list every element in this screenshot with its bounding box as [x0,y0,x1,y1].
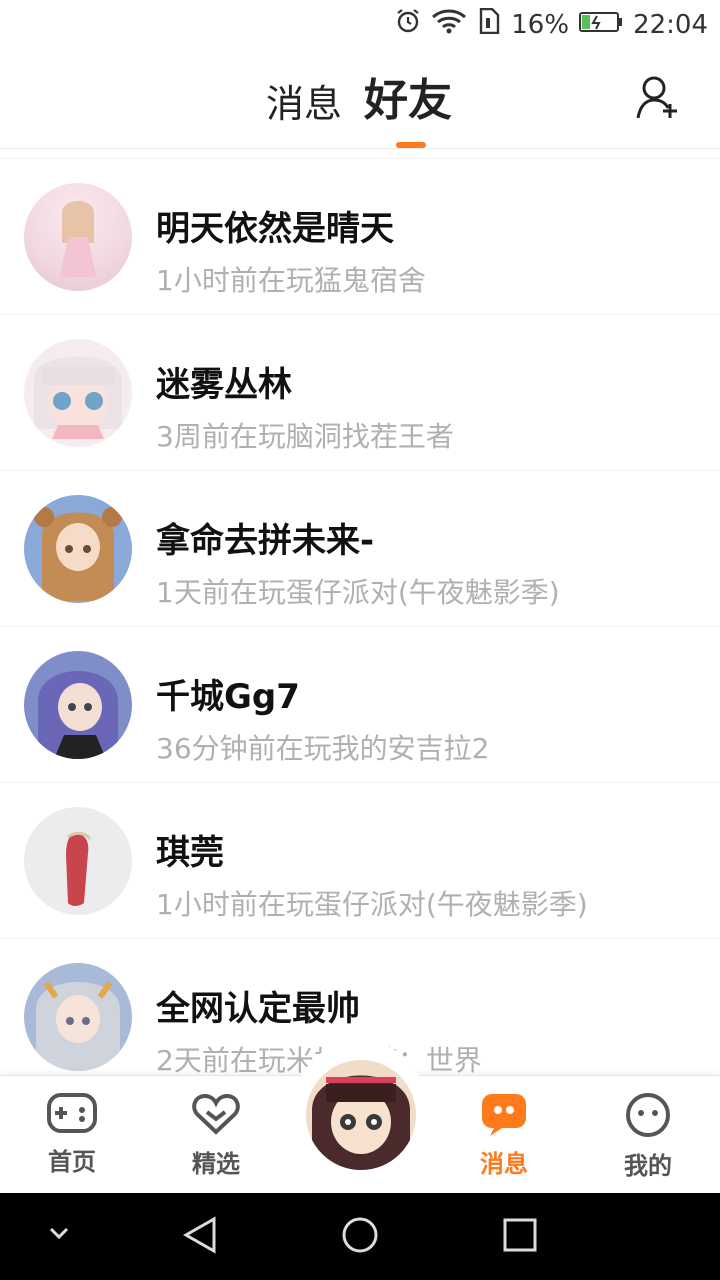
tab-friends[interactable]: 好友 [364,64,452,128]
friend-status: 1小时前在玩蛋仔派对(午夜魅影季) [156,888,588,921]
avatar[interactable] [24,339,132,447]
avatar[interactable] [24,807,132,915]
chevron-down-icon[interactable] [48,1225,70,1245]
list-item[interactable]: 琪莞 1小时前在玩蛋仔派对(午夜魅影季) [0,783,720,939]
friend-status: 3周前在玩脑洞找茬王者 [156,420,454,453]
battery-icon [579,10,623,40]
active-tab-indicator [396,142,426,148]
back-icon[interactable] [180,1215,220,1259]
friend-list: 明天依然是晴天 1小时前在玩猛鬼宿舍 迷雾丛林 3周前在玩脑洞找茬王者 拿命去拼… [0,158,720,1095]
add-user-icon[interactable] [636,74,680,122]
clock: 22:04 [633,9,708,40]
avatar[interactable] [24,495,132,603]
tab-featured[interactable]: 精选 [166,1092,266,1179]
avatar[interactable] [24,963,132,1071]
system-navigation-bar [0,1193,720,1280]
tab-home[interactable]: 首页 [22,1092,122,1177]
friend-name: 迷雾丛林 [156,365,292,405]
header: 消息 好友 [0,50,720,149]
friend-name: 明天依然是晴天 [156,209,394,249]
tab-messages-bottom[interactable]: 消息 [454,1092,554,1179]
friend-name: 全网认定最帅 [156,989,360,1029]
avatar[interactable] [24,183,132,291]
tab-profile[interactable]: 我的 [598,1092,698,1181]
wifi-icon [431,8,467,41]
list-item[interactable]: 明天依然是晴天 1小时前在玩猛鬼宿舍 [0,159,720,315]
battery-percent: 16% [511,9,570,40]
tab-featured-label: 精选 [192,1150,240,1178]
friend-name: 琪莞 [156,833,224,873]
friend-status: 1小时前在玩猛鬼宿舍 [156,264,426,297]
friend-name: 千城Gg7 [156,677,300,717]
gamepad-icon [46,1093,98,1138]
center-avatar-button[interactable] [306,1060,416,1170]
avatar[interactable] [24,651,132,759]
sim-icon [477,7,501,41]
recents-icon[interactable] [502,1217,538,1257]
alarm-icon [395,8,421,41]
home-icon[interactable] [340,1215,380,1259]
status-bar: 16% 22:04 [0,0,720,50]
tab-messages[interactable]: 消息 [266,73,342,128]
tab-profile-label: 我的 [624,1152,672,1180]
list-item[interactable]: 迷雾丛林 3周前在玩脑洞找茬王者 [0,315,720,471]
tab-home-label: 首页 [48,1148,96,1176]
message-icon [480,1094,528,1140]
list-item[interactable]: 拿命去拼未来- 1天前在玩蛋仔派对(午夜魅影季) [0,471,720,627]
heart-icon [191,1093,241,1140]
friend-name: 拿命去拼未来- [156,521,375,561]
friend-status: 1天前在玩蛋仔派对(午夜魅影季) [156,576,560,609]
face-icon [625,1093,671,1142]
friend-status: 36分钟前在玩我的安吉拉2 [156,732,490,765]
tab-messages-label: 消息 [480,1150,528,1178]
list-item[interactable]: 千城Gg7 36分钟前在玩我的安吉拉2 [0,627,720,783]
